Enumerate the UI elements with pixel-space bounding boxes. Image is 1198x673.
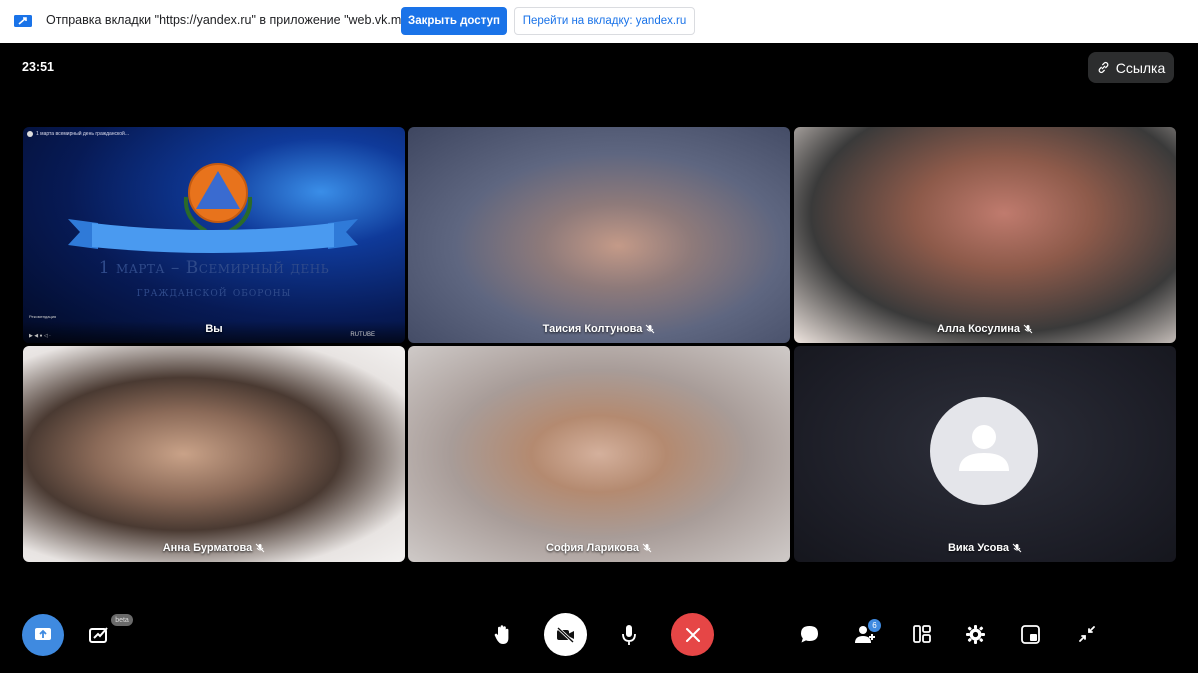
collapse-icon (1079, 626, 1095, 642)
drawing-icon (89, 627, 108, 643)
camera-off-icon (556, 626, 574, 643)
settings-button[interactable] (965, 624, 986, 645)
participant-name: Таисия Колтунова (408, 323, 790, 335)
link-button-label: Ссылка (1115, 59, 1166, 76)
chat-button[interactable] (799, 624, 820, 645)
pip-icon (1021, 625, 1040, 644)
slide-title-line1: 1 марта – Всемирный день (98, 258, 330, 278)
player-channel-label: Рекомендация (29, 314, 57, 319)
mic-muted-icon (255, 543, 265, 553)
slide-title-line2: гражданской обороны (136, 284, 292, 300)
screen-share-icon (14, 15, 32, 27)
video-title-overlay: 1 марта всемирный день гражданской... (27, 131, 129, 137)
screen-share-icon (35, 628, 51, 640)
participant-name: Вика Усова (794, 542, 1176, 554)
avatar (930, 397, 1038, 505)
stop-sharing-button[interactable]: Закрыть доступ (401, 7, 507, 35)
share-message: Отправка вкладки "https://yandex.ru" в п… (46, 13, 424, 27)
minimize-button[interactable] (1077, 624, 1097, 644)
call-time: 23:51 (22, 60, 54, 74)
participant-name: Анна Бурматова (23, 542, 405, 554)
video-title: 1 марта всемирный день гражданской... (36, 131, 130, 137)
participant-tile[interactable]: Вика Усова (794, 346, 1176, 562)
participant-tile[interactable]: Таисия Колтунова (408, 127, 790, 343)
participant-tile[interactable]: Анна Бурматова (23, 346, 405, 562)
chat-icon (801, 626, 818, 643)
grid-icon (913, 625, 931, 643)
mic-muted-icon (1023, 324, 1033, 334)
link-icon (1098, 61, 1109, 74)
camera-toggle-button[interactable] (544, 613, 587, 656)
participant-name: София Ларикова (408, 542, 790, 554)
raise-hand-button[interactable] (492, 624, 514, 646)
grid-layout-button[interactable] (912, 624, 932, 644)
channel-avatar-icon (27, 131, 33, 137)
mic-muted-icon (1012, 543, 1022, 553)
tab-sharing-bar: Отправка вкладки "https://yandex.ru" в п… (0, 0, 1198, 43)
screen-share-button[interactable] (22, 614, 64, 656)
mic-muted-icon (646, 324, 655, 334)
end-call-button[interactable] (671, 613, 714, 656)
microphone-button[interactable] (619, 624, 639, 646)
participant-tile-self[interactable]: 1 марта всемирный день гражданской... 1 … (23, 127, 405, 343)
participant-tile[interactable]: Алла Косулина (794, 127, 1176, 343)
hand-icon (494, 625, 509, 644)
gear-icon (966, 625, 985, 644)
beta-badge: beta (111, 614, 133, 626)
mic-muted-icon (642, 543, 652, 553)
participants-count-badge: 6 (868, 619, 881, 632)
drawing-board-button[interactable] (88, 624, 110, 646)
participant-tile[interactable]: София Ларикова (408, 346, 790, 562)
slide-banner-icon (68, 219, 358, 253)
go-to-tab-button[interactable]: Перейти на вкладку: yandex.ru (514, 7, 695, 35)
participant-name: Алла Косулина (794, 323, 1176, 335)
user-icon (959, 425, 1009, 471)
picture-in-picture-button[interactable] (1020, 624, 1041, 645)
microphone-icon (622, 625, 636, 645)
close-icon (685, 627, 700, 642)
participant-name: Вы (205, 323, 223, 335)
copy-link-button[interactable]: Ссылка (1088, 52, 1174, 83)
